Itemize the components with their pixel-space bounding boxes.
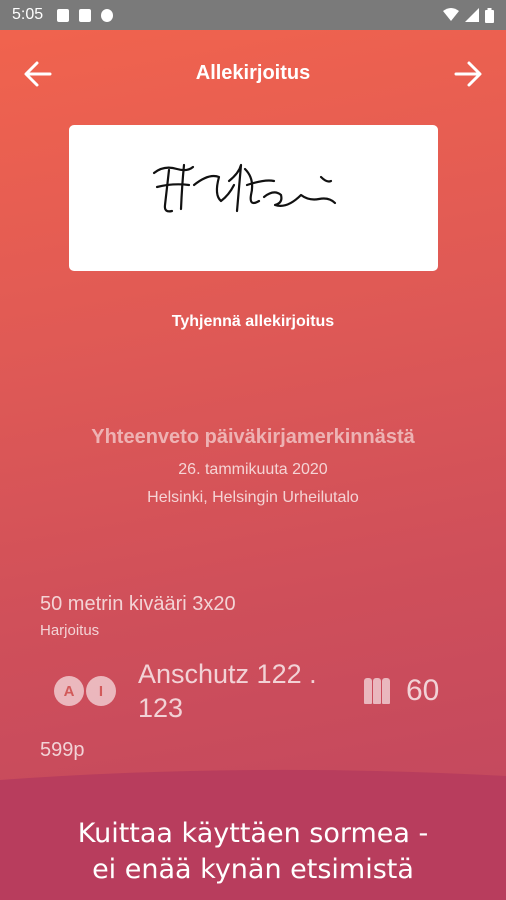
wifi-icon: [443, 8, 459, 21]
banner-line-2: ei enää kynän etsimistä: [92, 854, 414, 885]
summary-section: Yhteenveto päiväkirjamerkinnästä 26. tam…: [0, 426, 506, 517]
badge-letter-a: A: [54, 676, 84, 706]
back-button[interactable]: [18, 54, 58, 94]
a-icon: [57, 8, 70, 22]
entry-title: 50 metrin kivääri 3x20: [40, 593, 236, 615]
clear-signature-button[interactable]: Tyhjennä allekirjoitus: [0, 313, 506, 331]
page-title: Allekirjoitus: [195, 61, 311, 84]
weapon-name: Anschutz 122 . 123: [138, 659, 317, 723]
entry-details-row: A I Anschutz 122 . 123 60: [40, 657, 470, 725]
shot-count: 60: [406, 674, 440, 707]
badge-letter-i: I: [86, 676, 116, 706]
banner-line-1: Kuittaa käyttäen sormea -: [77, 818, 429, 849]
banner-wave: [0, 769, 506, 796]
signal-icon: [465, 8, 479, 22]
diary-entry: 50 metrin kivääri 3x20 Harjoitus A I Ans…: [40, 593, 470, 762]
status-time: 5:05: [12, 6, 44, 23]
ammunition-icon: [364, 678, 390, 704]
arrow-left-icon: [24, 61, 52, 87]
summary-date: 26. tammikuuta 2020: [178, 461, 328, 478]
battery-icon: [485, 7, 494, 23]
app-header: Allekirjoitus: [0, 50, 506, 96]
status-bar: 5:05: [0, 0, 506, 30]
ai-badge-icon: A I: [54, 676, 116, 706]
entry-score: 599p: [40, 739, 85, 761]
forward-button[interactable]: [448, 54, 488, 94]
entry-type: Harjoitus: [40, 622, 100, 639]
sd-card-icon: [79, 8, 92, 22]
signature-pad[interactable]: [69, 125, 438, 271]
summary-title: Yhteenveto päiväkirjamerkinnästä: [91, 426, 415, 448]
arrow-right-icon: [454, 61, 482, 87]
signature-drawing: [152, 163, 337, 213]
sync-icon: [101, 8, 114, 22]
banner-text: Kuittaa käyttäen sormea - ei enää kynän …: [0, 816, 506, 888]
summary-location: Helsinki, Helsingin Urheilutalo: [147, 489, 359, 506]
promo-banner: Kuittaa käyttäen sormea - ei enää kynän …: [0, 769, 506, 900]
